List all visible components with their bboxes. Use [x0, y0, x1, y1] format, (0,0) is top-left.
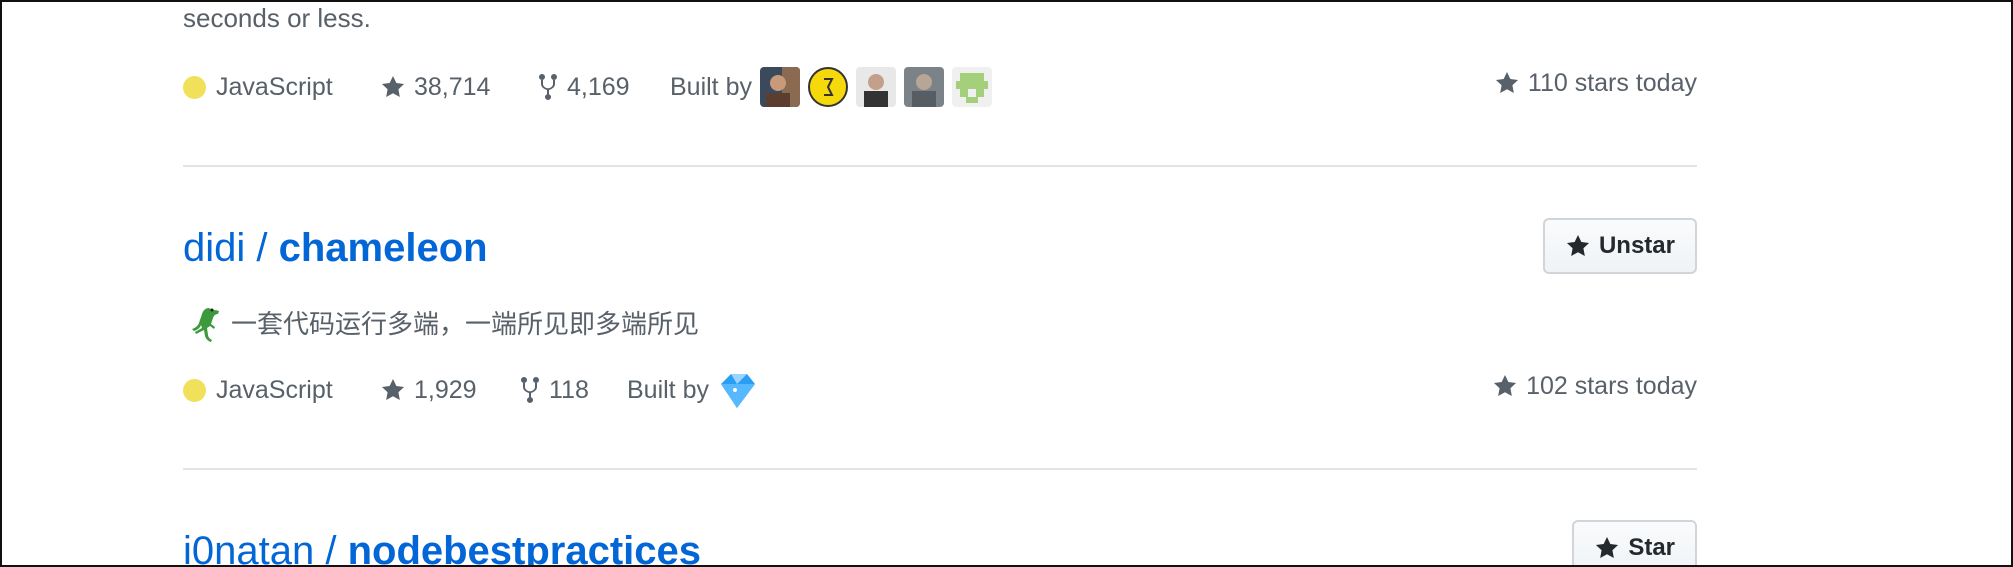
repo-meta: JavaScript 38,714 4,169 Built by 110 sta…	[183, 67, 1697, 107]
star-icon	[1494, 374, 1517, 396]
star-icon	[1495, 71, 1518, 93]
trending-list: seconds or less. JavaScript 38,714 4,169…	[183, 2, 1697, 565]
fork-icon	[539, 74, 557, 101]
built-by: Built by	[627, 370, 757, 410]
stars-count: 38,714	[414, 72, 491, 101]
forks-count: 4,169	[567, 72, 630, 101]
language-name: JavaScript	[216, 375, 333, 404]
star-icon	[1596, 536, 1619, 558]
built-by-label: Built by	[627, 375, 709, 404]
divider	[183, 468, 1697, 470]
avatar[interactable]	[951, 67, 992, 107]
repo-name: nodebestpractices	[347, 529, 702, 567]
repo-owner: didi	[183, 226, 246, 270]
built-by-label: Built by	[670, 72, 752, 101]
language-color-dot	[183, 75, 206, 99]
repo-meta: JavaScript 1,929 118 Built by 102 stars …	[183, 370, 1697, 410]
language-name: JavaScript	[216, 72, 333, 101]
star-icon	[381, 75, 405, 97]
repo-separator: /	[245, 226, 279, 270]
stars-link[interactable]: 38,714	[380, 67, 490, 107]
avatar[interactable]	[759, 67, 800, 107]
forks-count: 118	[549, 375, 589, 404]
repo-name: chameleon	[278, 226, 488, 270]
screenshot-frame: seconds or less. JavaScript 38,714 4,169…	[0, 0, 2013, 567]
star-button-label: Star	[1628, 534, 1675, 561]
stars-today-text: 102 stars today	[1526, 371, 1697, 400]
repo-title-link[interactable]: i0natan / nodebestpractices	[183, 527, 702, 567]
repo-title-link[interactable]: didi / chameleon	[183, 224, 488, 272]
language-color-dot	[183, 378, 206, 402]
forks-link[interactable]: 118	[519, 370, 589, 410]
repo-description-text: 一套代码运行多端，一端所见即多端所见	[231, 308, 700, 339]
star-icon	[381, 378, 405, 400]
forks-link[interactable]: 4,169	[537, 67, 630, 107]
avatar[interactable]	[855, 67, 896, 107]
unstar-button[interactable]: Unstar	[1542, 218, 1697, 274]
avatar[interactable]	[716, 370, 757, 410]
repo-owner: i0natan	[183, 529, 315, 567]
repo-separator: /	[314, 529, 348, 567]
contributor-avatars	[716, 370, 757, 410]
stars-link[interactable]: 1,929	[380, 370, 477, 410]
lizard-emoji-icon	[192, 308, 219, 342]
avatar[interactable]	[903, 67, 944, 107]
repo-description: 一套代码运行多端，一端所见即多端所见	[183, 304, 699, 348]
contributor-avatars	[759, 67, 992, 107]
language: JavaScript	[183, 370, 333, 410]
stars-today-text: 110 stars today	[1527, 68, 1697, 97]
stars-today: 102 stars today	[1492, 366, 1697, 406]
stars-count: 1,929	[414, 375, 477, 404]
star-button[interactable]: Star	[1572, 520, 1697, 565]
repo-description: seconds or less.	[183, 3, 371, 33]
built-by: Built by	[670, 67, 992, 107]
star-icon	[1566, 234, 1590, 256]
avatar[interactable]	[807, 67, 848, 107]
language: JavaScript	[183, 67, 333, 107]
divider	[183, 165, 1697, 167]
unstar-button-label: Unstar	[1598, 232, 1675, 259]
fork-icon	[521, 377, 539, 404]
stars-today: 110 stars today	[1494, 63, 1697, 103]
